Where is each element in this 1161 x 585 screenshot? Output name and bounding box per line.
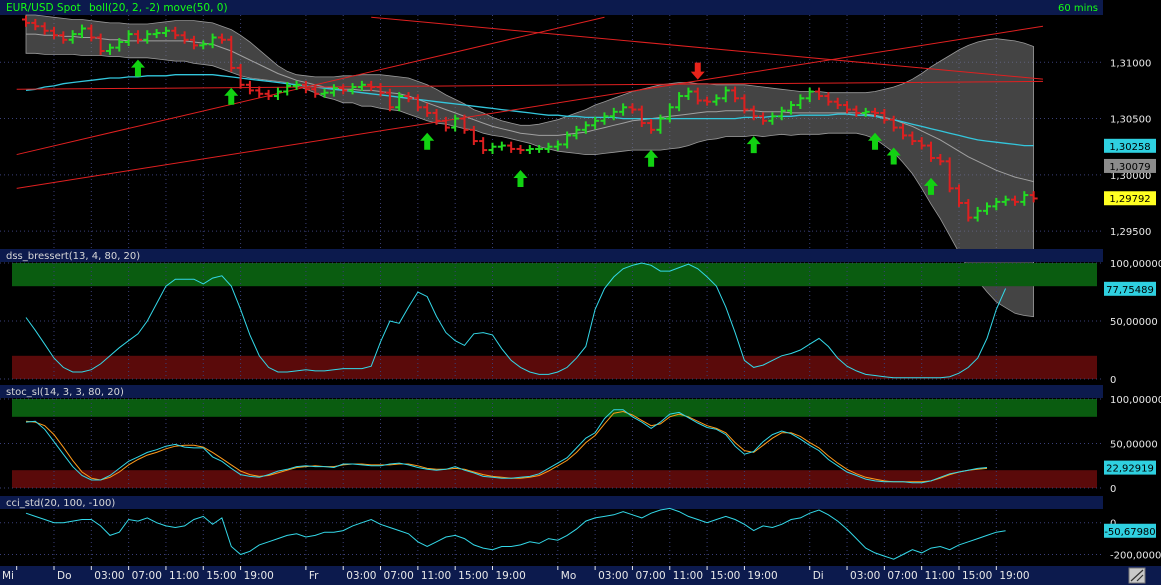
time-label: 15:00 — [206, 570, 236, 582]
oscillator-tick-label: 0 — [1110, 484, 1116, 495]
time-label: 07:00 — [384, 570, 414, 582]
indicators-label: boll(20, 2, -2) move(50, 0) — [89, 2, 228, 14]
stoch-panel-title-bar — [0, 385, 1103, 398]
time-label: 15:00 — [458, 570, 488, 582]
time-label: Mo — [561, 570, 576, 582]
dss-panel-title-bar — [0, 249, 1103, 262]
timeframe-label: 60 mins — [1058, 3, 1098, 14]
time-label: 15:00 — [710, 570, 740, 582]
time-label: Do — [57, 570, 72, 582]
time-label: 19:00 — [999, 570, 1029, 582]
price-badge-1: 1,30079 — [1109, 162, 1150, 173]
time-label: 07:00 — [887, 570, 917, 582]
stoch-panel-title: stoc_sl(14, 3, 3, 80, 20) — [6, 387, 124, 398]
cci-panel-title: cci_std(20, 100, -100) — [6, 498, 115, 509]
oscillator-tick-label: -200,0000 — [1110, 550, 1161, 561]
price-badge-0: 1,30258 — [1109, 142, 1150, 153]
time-label: Di — [813, 570, 824, 582]
dss-panel-title: dss_bressert(13, 4, 80, 20) — [6, 251, 140, 262]
chart-stage: EUR/USD Spot boll(20, 2, -2) move(50, 0)… — [0, 0, 1161, 585]
oscillator-tick-label: 100,00000 — [1110, 395, 1161, 406]
time-axis: Mi Do 03:00 07:00 11:00 15:00 19:00 Fr 03:00 07:0… — [0, 566, 1161, 585]
time-label: 11:00 — [421, 570, 451, 582]
price-tick-label: 1,31000 — [1110, 58, 1151, 69]
time-label: 15:00 — [962, 570, 992, 582]
cci-panel-title-bar — [0, 496, 1103, 509]
overbought-zone — [12, 399, 1097, 417]
time-label: 11:00 — [925, 570, 955, 582]
oscillator-tick-label: 50,00000 — [1110, 317, 1158, 328]
time-label: Mi — [2, 570, 14, 582]
overbought-zone — [12, 263, 1097, 287]
time-label: 11:00 — [673, 570, 703, 582]
time-label: 07:00 — [635, 570, 665, 582]
oscillator-tick-label: 100,00000 — [1110, 259, 1161, 270]
price-tick-label: 1,30500 — [1110, 115, 1151, 126]
oversold-zone — [12, 355, 1097, 379]
time-label: 03:00 — [346, 570, 376, 582]
time-label: Fr — [309, 570, 319, 582]
instrument-label: EUR/USD Spot — [6, 2, 81, 14]
oscillator-badge-0: 22,92919 — [1106, 464, 1154, 475]
time-label: 03:00 — [850, 570, 880, 582]
oscillator-tick-label: 0 — [1110, 375, 1116, 386]
time-label: 03:00 — [598, 570, 628, 582]
price-badge-2: 1,29792 — [1109, 194, 1150, 205]
oscillator-badge-0: -50,67980 — [1104, 527, 1155, 538]
time-label: 19:00 — [496, 570, 526, 582]
time-label: 07:00 — [132, 570, 162, 582]
price-tick-label: 1,29500 — [1110, 227, 1151, 238]
oscillator-badge-0: 77,75489 — [1106, 285, 1154, 296]
time-label: 19:00 — [244, 570, 274, 582]
oscillator-tick-label: 50,00000 — [1110, 440, 1158, 451]
time-label: 11:00 — [169, 570, 199, 582]
scroll-corner-icon[interactable] — [1128, 567, 1146, 584]
time-label: 19:00 — [747, 570, 777, 582]
time-label: 03:00 — [94, 570, 124, 582]
oversold-zone — [12, 470, 1097, 488]
